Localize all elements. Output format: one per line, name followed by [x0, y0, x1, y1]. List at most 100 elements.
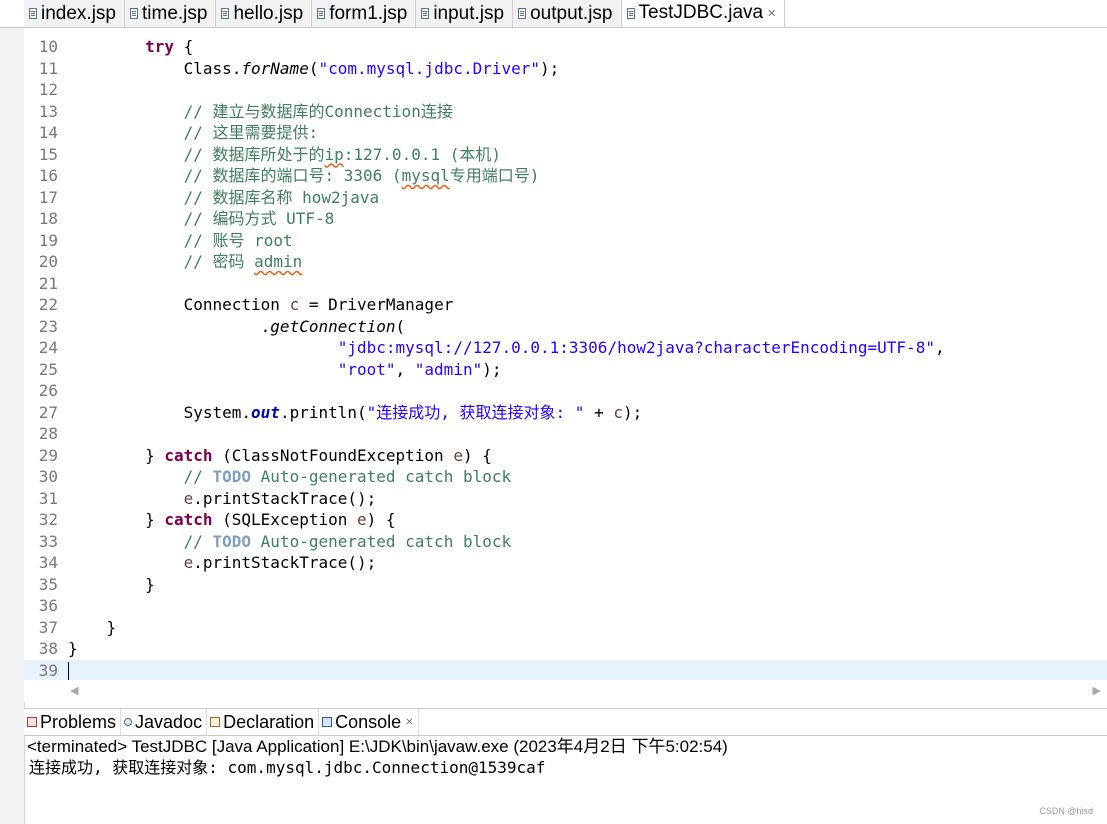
problems-icon — [27, 717, 37, 727]
code-comment: // TODO Auto-generated catch block — [183, 467, 512, 486]
line-number: 33 — [38, 531, 58, 551]
line-number: 30 — [38, 467, 58, 486]
line-number: 14 — [38, 123, 58, 142]
code-line: 12 — [24, 79, 1107, 101]
file-icon — [518, 8, 527, 19]
file-icon — [421, 8, 430, 19]
close-view-icon[interactable]: ✕ — [405, 717, 413, 728]
code-line: 17 // 数据库名称 how2java — [24, 187, 1107, 209]
tab-label: form1.jsp — [329, 2, 408, 24]
bottom-view-tab-bar: Problems Javadoc Declaration Console ✕ — [24, 708, 1107, 736]
tab-label: hello.jsp — [233, 2, 304, 24]
code-comment: // 数据库的端口号: 3306 (mysql专用端口号) — [183, 166, 540, 185]
code-text: } catch (ClassNotFoundException e) { — [145, 445, 492, 465]
left-gutter-strip — [0, 0, 25, 824]
code-comment: // 这里需要提供: — [183, 123, 319, 142]
code-text: .getConnection( — [260, 316, 406, 336]
javadoc-icon — [124, 718, 133, 726]
tab-javadoc[interactable]: Javadoc — [121, 709, 208, 735]
tab-label: TestJDBC.java — [638, 2, 764, 23]
code-line: 25 "root", "admin"); — [24, 359, 1107, 381]
code-line: 14 // 这里需要提供: — [24, 122, 1107, 144]
tab-time-jsp[interactable]: time.jsp — [125, 0, 217, 27]
code-line: 34 e.printStackTrace(); — [24, 552, 1107, 574]
tab-output-jsp[interactable]: output.jsp — [513, 0, 622, 27]
java-file-icon — [626, 7, 635, 19]
tab-form1-jsp[interactable]: form1.jsp — [312, 0, 417, 27]
line-number: 16 — [38, 166, 58, 185]
scroll-right-icon[interactable]: ▶ — [1093, 684, 1101, 697]
tab-hello-jsp[interactable]: hello.jsp — [216, 0, 313, 27]
code-line: 23 .getConnection( — [24, 316, 1107, 338]
line-number: 21 — [38, 273, 58, 293]
line-number: 38 — [38, 639, 58, 658]
line-number: 37 — [38, 617, 58, 637]
code-line: 10 try { — [24, 36, 1107, 58]
code-comment: // 密码 admin — [183, 252, 303, 271]
code-line: 36 — [24, 595, 1107, 617]
code-line: 31 e.printStackTrace(); — [24, 488, 1107, 510]
horizontal-scrollbar[interactable]: ◀ ▶ — [24, 680, 1107, 702]
tab-input-jsp[interactable]: input.jsp — [416, 0, 514, 27]
declaration-icon — [210, 717, 221, 727]
code-line: 29 } catch (ClassNotFoundException e) { — [24, 445, 1107, 467]
code-text: "jdbc:mysql://127.0.0.1:3306/how2java?ch… — [337, 338, 945, 357]
code-line: 11 Class.forName("com.mysql.jdbc.Driver"… — [24, 58, 1107, 80]
console-output-text[interactable]: 连接成功, 获取连接对象: com.mysql.jdbc.Connection@… — [29, 757, 1099, 779]
code-editor[interactable]: 10 try { 11 Class.forName("com.mysql.jdb… — [24, 28, 1107, 680]
close-tab-icon[interactable]: ✕ — [767, 7, 776, 20]
watermark: CSDN @hisd — [1039, 806, 1093, 816]
tab-label: input.jsp — [433, 2, 505, 24]
tab-declaration[interactable]: Declaration — [207, 709, 320, 735]
tab-index-jsp[interactable]: index.jsp — [24, 0, 125, 27]
line-number: 22 — [38, 295, 58, 314]
code-line: 28 — [24, 423, 1107, 445]
tab-problems[interactable]: Problems — [24, 709, 122, 735]
line-number: 15 — [38, 144, 58, 164]
tab-bar-spacer — [0, 0, 24, 27]
line-number: 29 — [38, 445, 58, 465]
tab-label: Problems — [40, 711, 117, 732]
code-text: } — [145, 574, 155, 594]
current-code-line: 39 — [24, 659, 1107, 680]
code-line: 26 — [24, 380, 1107, 402]
code-comment: // 编码方式 UTF-8 — [183, 209, 335, 228]
file-icon — [29, 8, 37, 19]
code-text: Connection c = DriverManager — [183, 295, 454, 314]
code-line: 32 } catch (SQLException e) { — [24, 509, 1107, 531]
line-number: 20 — [38, 252, 58, 271]
scroll-left-icon[interactable]: ◀ — [70, 684, 78, 697]
file-icon — [221, 8, 230, 19]
code-line: 16 // 数据库的端口号: 3306 (mysql专用端口号) — [24, 165, 1107, 187]
code-comment: // TODO Auto-generated catch block — [183, 531, 512, 551]
tab-testjdbc-java[interactable]: TestJDBC.java ✕ — [621, 0, 786, 27]
line-number: 32 — [38, 510, 58, 529]
line-number: 39 — [38, 660, 58, 680]
code-text: } — [106, 617, 117, 637]
line-number: 24 — [38, 338, 58, 357]
code-line: 27 System.out.println("连接成功, 获取连接对象: " +… — [24, 402, 1107, 424]
line-number: 11 — [38, 58, 58, 78]
tab-label: time.jsp — [142, 2, 208, 24]
code-line: 35 } — [24, 574, 1107, 596]
line-number: 34 — [38, 553, 58, 572]
code-text: System.out.println("连接成功, 获取连接对象: " + c)… — [183, 402, 643, 422]
code-line: 21 — [24, 273, 1107, 295]
code-line: 22 Connection c = DriverManager — [24, 294, 1107, 316]
code-comment: // 数据库所处于的ip:127.0.0.1 (本机) — [183, 144, 501, 164]
tab-label: index.jsp — [41, 2, 116, 24]
tab-console[interactable]: Console ✕ — [319, 709, 419, 735]
code-comment: // 数据库名称 how2java — [183, 187, 380, 207]
file-icon — [317, 8, 326, 19]
code-line: 15 // 数据库所处于的ip:127.0.0.1 (本机) — [24, 144, 1107, 166]
file-icon — [130, 8, 138, 19]
code-line: 13 // 建立与数据库的Connection连接 — [24, 101, 1107, 123]
code-line: 19 // 账号 root — [24, 230, 1107, 252]
line-number: 10 — [38, 37, 58, 56]
tab-label: Javadoc — [135, 711, 203, 732]
code-text: Class.forName("com.mysql.jdbc.Driver"); — [183, 58, 560, 78]
line-number: 35 — [38, 574, 58, 594]
tab-label: output.jsp — [530, 2, 613, 24]
code-line: 18 // 编码方式 UTF-8 — [24, 208, 1107, 230]
editor-tab-bar: index.jsp time.jsp hello.jsp form1.jsp i… — [0, 0, 1107, 28]
